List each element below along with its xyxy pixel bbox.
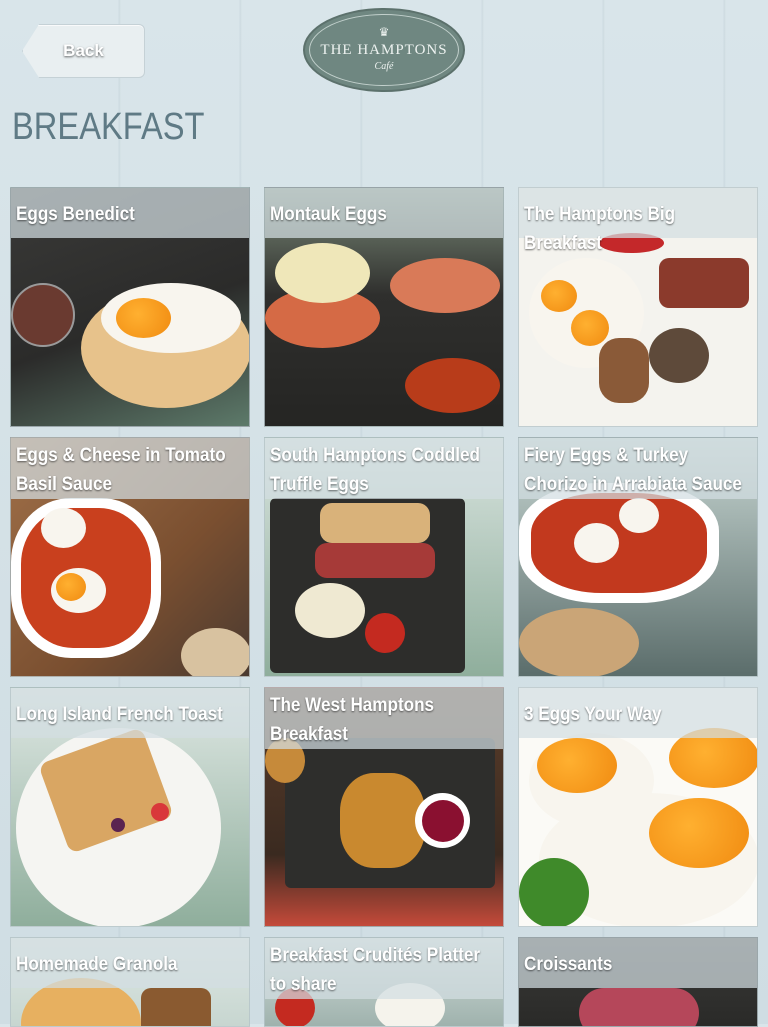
back-button-label: Back — [63, 41, 104, 60]
menu-item-label: Eggs & Cheese in Tomato Basil Sauce — [11, 438, 249, 499]
page-title: BREAKFAST — [12, 106, 205, 148]
menu-item-card[interactable]: South Hamptons Coddled Truffle Eggs — [264, 437, 504, 677]
menu-item-label: Fiery Eggs & Turkey Chorizo in Arrabiata… — [519, 438, 757, 499]
menu-item-label: The West Hamptons Breakfast — [265, 688, 503, 749]
menu-item-label: Homemade Granola — [11, 938, 249, 988]
cafe-logo: ♛ THE HAMPTONS Café — [303, 8, 465, 92]
menu-item-card[interactable]: Breakfast Crudités Platter to share — [264, 937, 504, 1027]
menu-item-card[interactable]: Eggs & Cheese in Tomato Basil Sauce — [10, 437, 250, 677]
menu-item-card[interactable]: Croissants — [518, 937, 758, 1027]
menu-item-card[interactable]: The West Hamptons Breakfast — [264, 687, 504, 927]
menu-item-card[interactable]: 3 Eggs Your Way — [518, 687, 758, 927]
menu-item-label: The Hamptons Big Breakfast — [519, 188, 757, 254]
menu-item-card[interactable]: Eggs Benedict — [10, 187, 250, 427]
menu-item-card[interactable]: The Hamptons Big Breakfast — [518, 187, 758, 427]
menu-item-label: 3 Eggs Your Way — [519, 688, 757, 738]
menu-item-label: Eggs Benedict — [11, 188, 249, 238]
logo-ring — [309, 14, 459, 86]
menu-item-card[interactable]: Long Island French Toast — [10, 687, 250, 927]
menu-item-label: South Hamptons Coddled Truffle Eggs — [265, 438, 503, 499]
menu-item-label: Breakfast Crudités Platter to share — [265, 938, 503, 999]
menu-item-card[interactable]: Fiery Eggs & Turkey Chorizo in Arrabiata… — [518, 437, 758, 677]
menu-item-card[interactable]: Homemade Granola — [10, 937, 250, 1027]
menu-item-label: Croissants — [519, 938, 757, 988]
menu-item-label: Montauk Eggs — [265, 188, 503, 238]
menu-item-card[interactable]: Montauk Eggs — [264, 187, 504, 427]
menu-item-label: Long Island French Toast — [11, 688, 249, 738]
back-button[interactable]: Back — [22, 24, 145, 78]
